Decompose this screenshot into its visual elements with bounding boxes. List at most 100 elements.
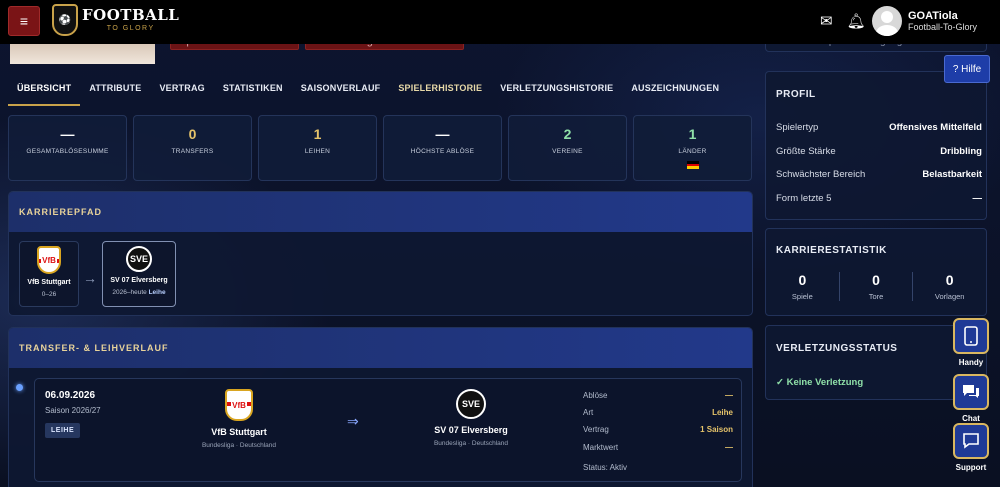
profile-row: Schwächster Bereich Belastbarkeit [766, 163, 986, 187]
profile-value: Dribbling [940, 145, 982, 157]
stat-value: 2 [563, 126, 572, 142]
transfer-from-club[interactable]: VfB VfB Stuttgart Bundesliga · Deutschla… [179, 389, 299, 449]
transfer-detail-market-value: Marktwert — [583, 443, 733, 452]
stat-transfers: 0 TRANSFERS [133, 115, 252, 181]
mail-icon[interactable]: ✉ [820, 12, 833, 30]
stat-label: LÄNDER [678, 148, 707, 155]
profile-key: Spielertyp [776, 122, 819, 134]
stat-value: — [435, 126, 450, 142]
detail-value: 1 Saison [700, 425, 733, 434]
loan-tag: Leihe [148, 289, 166, 296]
from-club-league: Bundesliga · Deutschland [201, 442, 277, 449]
stat-countries: 1 LÄNDER [633, 115, 752, 181]
career-club-card[interactable]: SVE SV 07 Elversberg 2026–heute Leihe [102, 241, 176, 307]
detail-key: Art [583, 408, 594, 417]
career-club-card[interactable]: VfB VfB Stuttgart 0–26 [19, 241, 79, 307]
vfb-crest-icon: VfB [37, 246, 61, 274]
sve-crest-text: SVE [461, 399, 480, 409]
bell-icon[interactable]: 🔔︎ [847, 12, 866, 30]
tab-injury-history[interactable]: VERLETZUNGSHISTORIE [491, 80, 622, 106]
tab-awards[interactable]: AUSZEICHNUNGEN [622, 80, 728, 106]
menu-button[interactable]: ≡ [8, 6, 40, 36]
tab-statistics[interactable]: STATISTIKEN [214, 80, 292, 106]
phone-button[interactable] [953, 318, 989, 354]
profile-key: Form letzte 5 [776, 192, 832, 204]
career-club-years-value: 2026–heute [112, 289, 147, 296]
chat-button[interactable] [953, 374, 989, 410]
chat-label: Chat [962, 414, 980, 423]
sve-crest-text: SVE [129, 254, 148, 264]
to-club-league: Bundesliga · Deutschland [433, 440, 509, 447]
career-club-name: VfB Stuttgart [27, 279, 71, 286]
career-stat-games: 0 Spiele [766, 272, 840, 301]
detail-key: Ablöse [583, 391, 608, 400]
stat-label: Tore [868, 292, 884, 301]
stat-summary-row: — GESAMTABLÖSESUMME 0 TRANSFERS 1 LEIHEN… [8, 115, 752, 181]
top-bar: ≡ ⚽ FOOTBALL TO GLORY ✉ 🔔︎ GOATiola Foot… [0, 0, 1000, 44]
tab-overview[interactable]: ÜBERSICHT [8, 80, 81, 106]
vfb-crest-text: VfB [41, 255, 57, 265]
to-club-name: SV 07 Elversberg [434, 425, 508, 435]
phone-label: Handy [958, 358, 984, 367]
support-icon [963, 433, 979, 449]
top-icons: ✉ 🔔︎ [820, 12, 866, 30]
career-stats-title: KARRIERESTATISTIK [776, 245, 887, 256]
logo-crest-icon: ⚽ [52, 4, 78, 36]
hamburger-icon: ≡ [19, 13, 29, 29]
career-stats-panel: KARRIERESTATISTIK 0 Spiele 0 Tore 0 Vorlage… [765, 228, 987, 316]
career-stats-row: 0 Spiele 0 Tore 0 Vorlagen [766, 272, 986, 301]
phone-icon [964, 326, 978, 346]
arrow-right-icon: → [83, 270, 97, 286]
profile-row: Spielertyp Offensives Mittelfeld [766, 116, 986, 140]
transfer-season: Saison 2026/27 [45, 406, 101, 415]
user-name[interactable]: GOATiola [908, 10, 958, 22]
tab-season-history[interactable]: SAISONVERLAUF [292, 80, 390, 106]
stat-value: 0 [188, 126, 197, 142]
from-club-name: VfB Stuttgart [211, 427, 267, 437]
stat-number: 0 [872, 272, 880, 288]
logo-sub-text: TO GLORY [106, 25, 155, 32]
player-photo [10, 44, 155, 64]
stat-value: — [60, 126, 75, 142]
stat-total-fees: — GESAMTABLÖSESUMME [8, 115, 127, 181]
stat-number: 0 [945, 272, 954, 288]
avatar[interactable] [872, 6, 902, 36]
tab-attributes[interactable]: ATTRIBUTE [80, 80, 150, 106]
detail-value: Leihe [712, 408, 733, 417]
tab-player-history[interactable]: SPIELERHISTORIE [389, 80, 491, 106]
profile-rows: Spielertyp Offensives Mittelfeld Größte S… [766, 116, 986, 210]
tab-bar: ÜBERSICHT ATTRIBUTE VERTRAG STATISTIKEN … [8, 80, 728, 106]
career-stat-assists: 0 Vorlagen [913, 272, 986, 301]
profile-row: Größte Stärke Dribbling [766, 140, 986, 164]
support-label: Support [955, 463, 987, 472]
profile-title: PROFIL [776, 89, 816, 100]
stat-loans: 1 LEIHEN [258, 115, 377, 181]
transfer-history-title: TRANSFER- & LEIHVERLAUF [9, 328, 752, 368]
transfer-status: Status: Aktiv [583, 463, 628, 472]
stat-value: 1 [688, 126, 697, 142]
stat-label: HÖCHSTE ABLÖSE [410, 148, 475, 155]
user-subtitle: Football-To-Glory [908, 22, 978, 32]
stat-number: 0 [798, 272, 807, 288]
transfer-to-club[interactable]: SVE SV 07 Elversberg Bundesliga · Deutsc… [411, 389, 531, 447]
germany-flag-icon [686, 161, 699, 170]
logo[interactable]: ⚽ FOOTBALL TO GLORY [52, 4, 179, 36]
profile-row: Form letzte 5 — [766, 187, 986, 211]
vfb-crest-text: VfB [231, 400, 247, 410]
stat-clubs: 2 VEREINE [508, 115, 627, 181]
stat-label: Spiele [791, 292, 813, 301]
stat-label: Vorlagen [934, 292, 965, 301]
career-club-name: SV 07 Elversberg [110, 277, 168, 284]
career-club-years: 2026–heute Leihe [112, 289, 165, 296]
tab-contract[interactable]: VERTRAG [150, 80, 213, 106]
detail-key: Vertrag [583, 425, 609, 434]
detail-key: Marktwert [583, 443, 619, 452]
support-button[interactable] [953, 423, 989, 459]
stat-label: GESAMTABLÖSESUMME [26, 148, 109, 155]
transfer-entry: 06.09.2026 Saison 2026/27 LEIHE VfB VfB … [34, 378, 742, 482]
transfer-detail-fee: Ablöse — [583, 391, 733, 400]
chat-icon [963, 385, 979, 398]
stat-label: VEREINE [552, 148, 583, 155]
help-button[interactable]: ? Hilfe [944, 55, 990, 83]
logo-text: FOOTBALL TO GLORY [82, 8, 179, 33]
